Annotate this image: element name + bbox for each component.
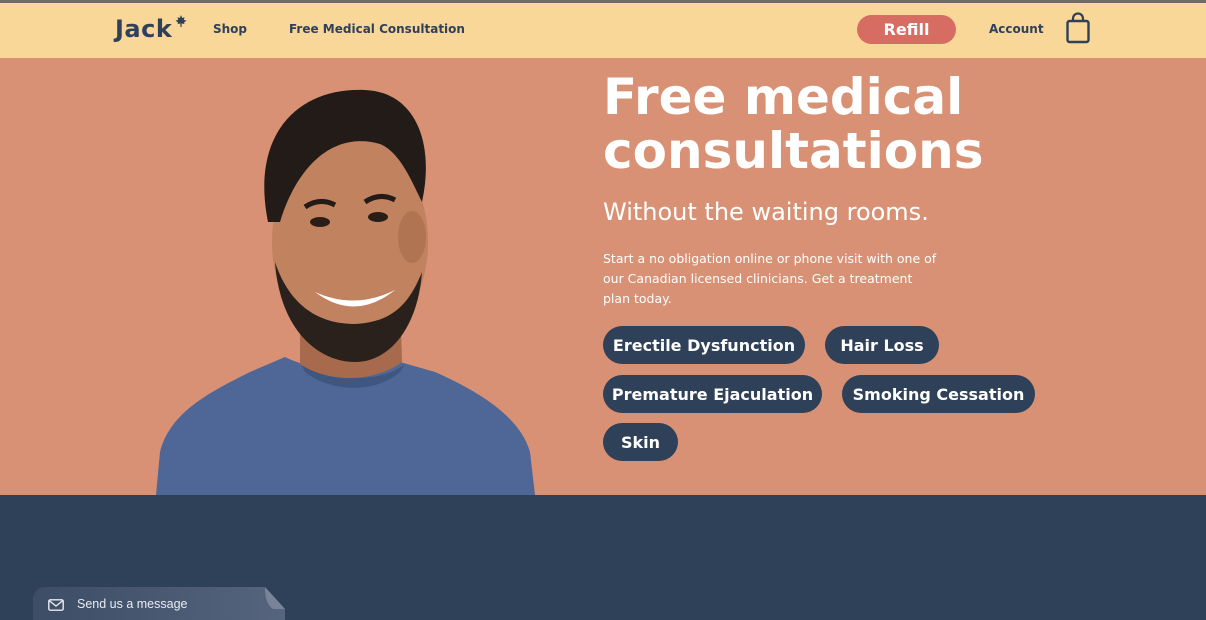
nav-free-consultation-link[interactable]: Free Medical Consultation [289, 22, 465, 36]
send-message-label: Send us a message [77, 597, 188, 611]
hero-subtitle: Without the waiting rooms. [603, 198, 929, 226]
maple-leaf-icon [175, 15, 187, 27]
hero-title: Free medical consultations [603, 68, 984, 180]
erectile-dysfunction-button[interactable]: Erectile Dysfunction [603, 326, 805, 364]
refill-button[interactable]: Refill [857, 15, 956, 44]
smiling-man-photo [156, 89, 535, 495]
account-link[interactable]: Account [989, 22, 1044, 36]
nav-shop-link[interactable]: Shop [213, 22, 247, 36]
skin-button[interactable]: Skin [603, 423, 678, 461]
premature-ejaculation-button[interactable]: Premature Ejaculation [603, 375, 822, 413]
page-fold-decoration [265, 587, 285, 609]
hair-loss-button[interactable]: Hair Loss [825, 326, 939, 364]
hero-section: Free medical consultations Without the w… [0, 58, 1206, 495]
jack-logo[interactable]: Jack [115, 15, 172, 43]
hero-description: Start a no obligation online or phone vi… [603, 251, 937, 306]
shopping-bag-icon[interactable] [1066, 12, 1090, 44]
send-message-widget[interactable]: Send us a message [33, 587, 285, 620]
smoking-cessation-button[interactable]: Smoking Cessation [842, 375, 1035, 413]
envelope-icon [48, 599, 64, 611]
site-header: Jack Shop Free Medical Consultation Refi… [0, 3, 1206, 58]
